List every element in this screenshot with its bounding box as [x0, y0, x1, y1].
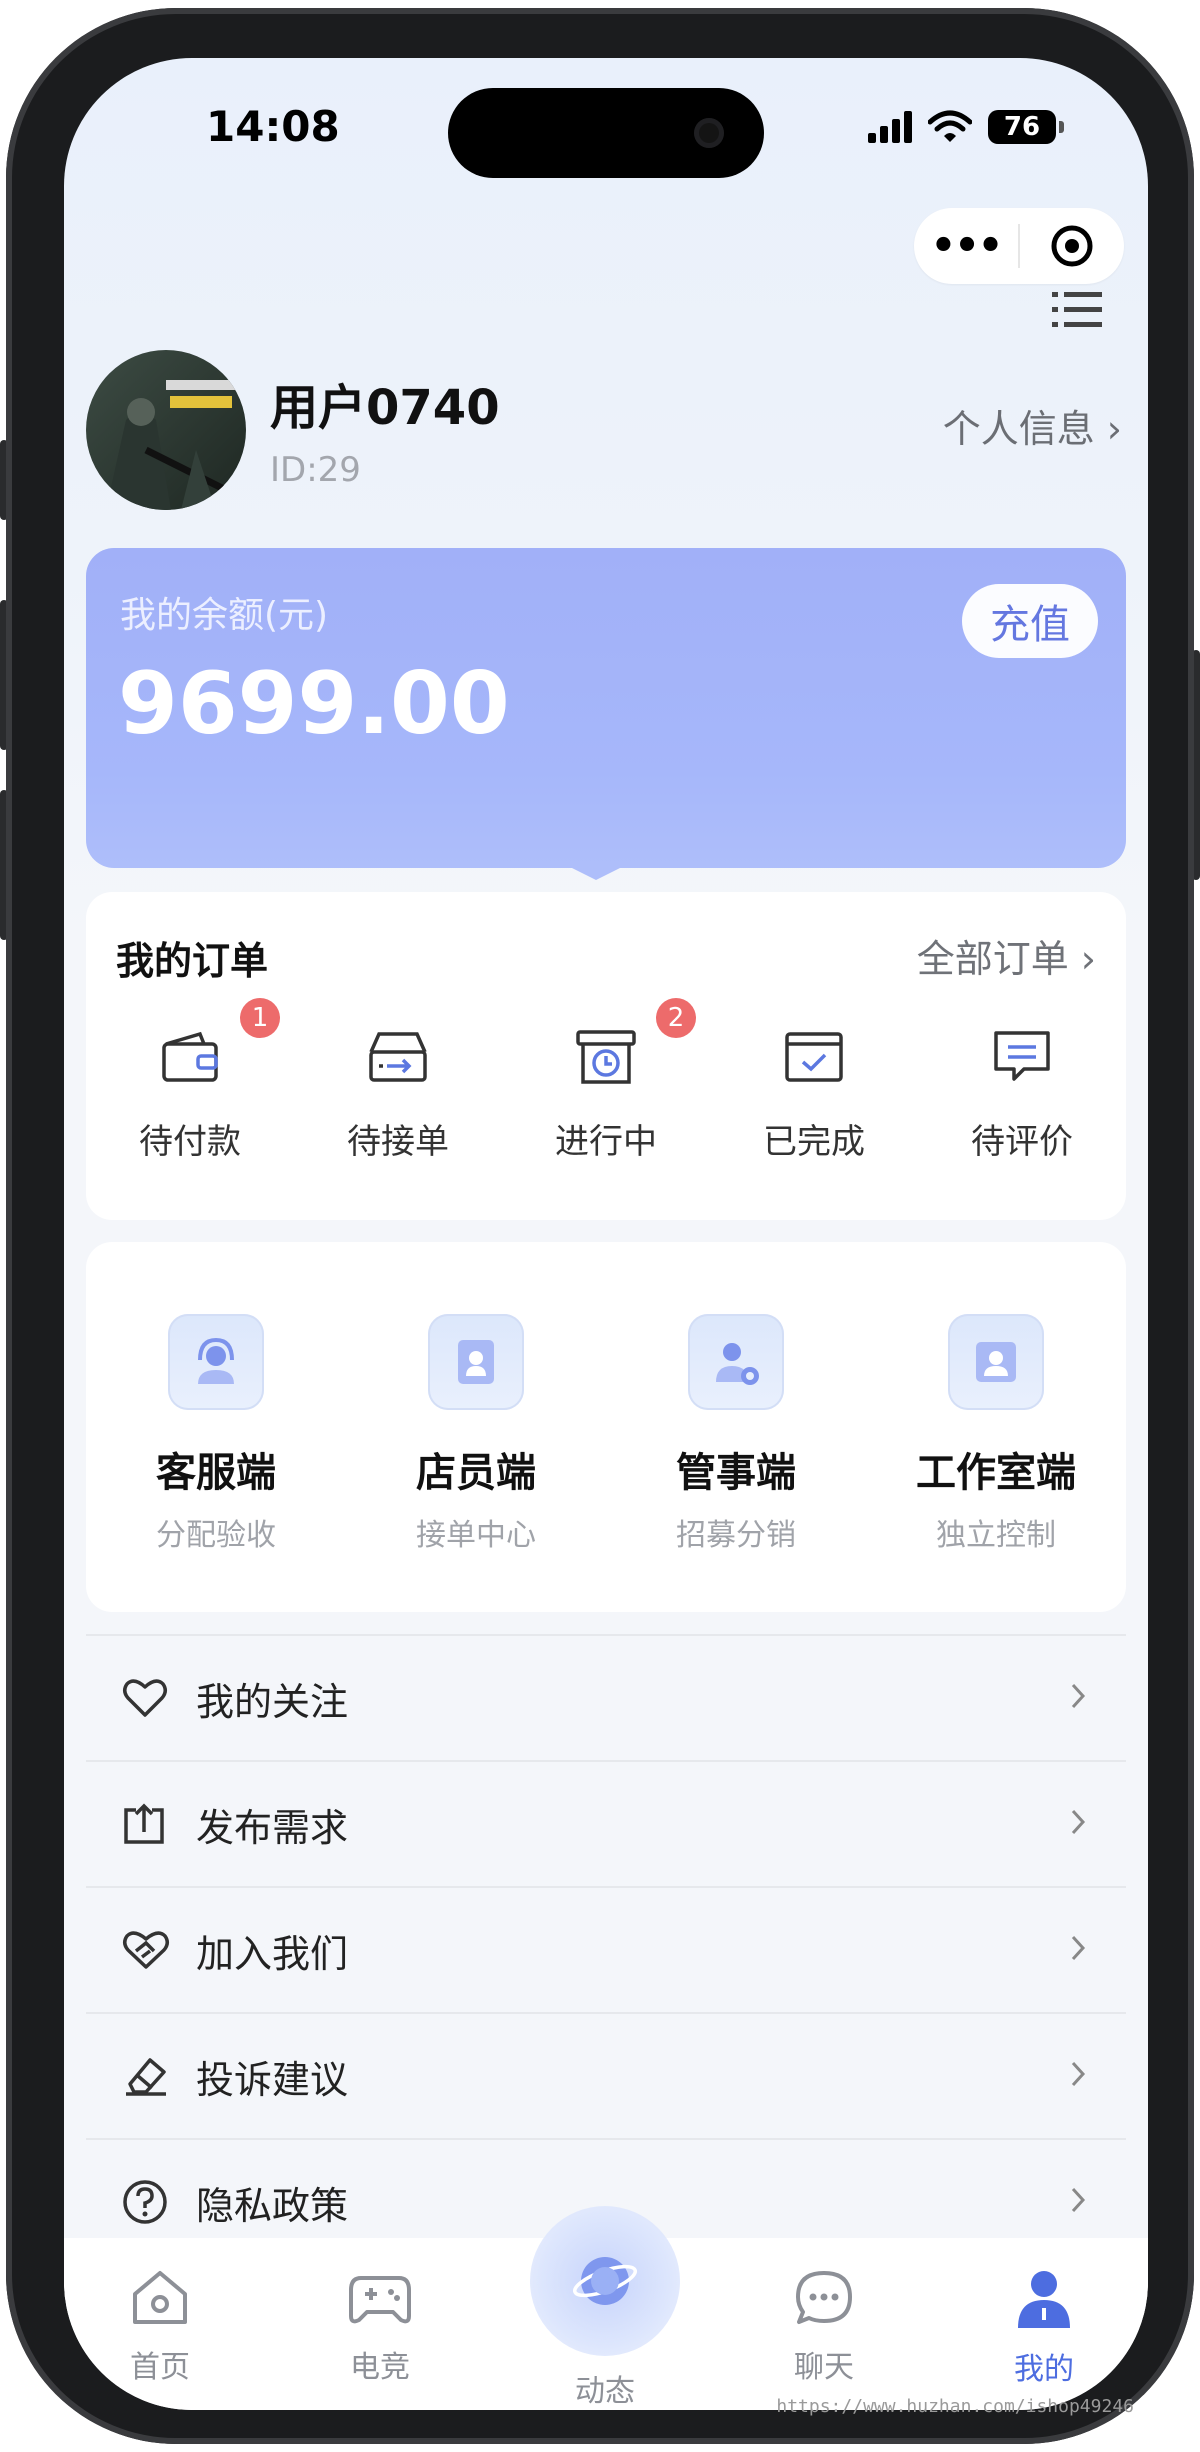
status-icons: 76	[868, 110, 1064, 144]
manager-gear-icon	[688, 1314, 784, 1410]
list-menu-icon[interactable]	[1052, 290, 1102, 330]
inbox-arrow-icon	[294, 1022, 502, 1092]
tab-label: 首页	[130, 2350, 190, 2385]
role-subtitle: 招募分销	[676, 1518, 796, 1553]
chevron-right-icon	[1071, 2187, 1086, 2213]
tab-label: 电竞	[350, 2350, 410, 2385]
planet-icon	[572, 2257, 638, 2305]
balance-label: 我的余额(元)	[120, 595, 329, 636]
avatar[interactable]	[86, 350, 246, 510]
order-status-label: 待付款	[139, 1122, 241, 1162]
menu-list: 我的关注 发布需求 加入我们 投诉建议 隐私政策	[86, 1634, 1126, 2264]
role-studio[interactable]: 工作室端 独立控制	[866, 1242, 1126, 1612]
battery-icon: 76	[988, 110, 1064, 144]
miniprogram-capsule: •••	[914, 208, 1124, 284]
tab-moments-label: 动态	[575, 2374, 635, 2409]
all-orders-link[interactable]: 全部订单 ›	[917, 928, 1096, 983]
person-icon	[1018, 2271, 1070, 2328]
role-clerk[interactable]: 店员端 接单中心	[346, 1242, 606, 1612]
camera-icon	[694, 118, 724, 148]
menu-item-label: 加入我们	[196, 1931, 349, 1976]
role-subtitle: 接单中心	[416, 1518, 536, 1553]
tab-moments[interactable]	[530, 2206, 680, 2356]
wifi-icon	[928, 110, 972, 142]
heart-icon	[122, 1677, 174, 1719]
tab-label: 我的	[1014, 2352, 1074, 2387]
checked-box-icon	[710, 1022, 918, 1092]
order-status-label: 已完成	[763, 1122, 865, 1162]
signal-icon	[868, 111, 912, 143]
role-name: 客服端	[156, 1450, 276, 1496]
balance-card-pointer	[564, 864, 628, 880]
balance-amount: 9699.00	[118, 654, 510, 754]
order-status-completed[interactable]: 已完成	[710, 998, 918, 1163]
close-target-icon[interactable]	[1020, 224, 1124, 268]
menu-item-post-request[interactable]: 发布需求	[86, 1760, 1126, 1886]
question-circle-icon	[122, 2179, 174, 2225]
tab-chat[interactable]: 聊天	[754, 2268, 894, 2386]
studio-card-icon	[948, 1314, 1044, 1410]
role-name: 工作室端	[916, 1450, 1076, 1496]
menu-item-label: 我的关注	[196, 1679, 349, 1724]
roles-card: 客服端 分配验收 店员端 接单中心 管事端 招募分销 工作室端 独立控制	[86, 1242, 1126, 1612]
username: 用户0740	[270, 380, 500, 436]
dynamic-island	[448, 88, 764, 178]
menu-item-join-us[interactable]: 加入我们	[86, 1886, 1126, 2012]
eraser-icon	[122, 2054, 174, 2098]
menu-item-feedback[interactable]: 投诉建议	[86, 2012, 1126, 2138]
user-id: ID:29	[270, 450, 361, 490]
order-status-awaiting-review[interactable]: 待评价	[918, 998, 1126, 1163]
comment-icon	[918, 1022, 1126, 1092]
role-name: 管事端	[676, 1450, 796, 1496]
tab-mine[interactable]: 我的	[974, 2268, 1114, 2388]
chat-bubble-icon	[796, 2271, 852, 2324]
phone-frame: 14:08 76 ••• 用户0740 ID:29 个人信息 › 我的余额(元)…	[6, 8, 1194, 2444]
role-manager[interactable]: 管事端 招募分销	[606, 1242, 866, 1612]
order-status-in-progress[interactable]: 2 进行中	[502, 998, 710, 1163]
watermark-text: https://www.huzhan.com/ishop49246	[776, 2396, 1134, 2417]
pending-payment-badge: 1	[240, 998, 280, 1038]
tab-home[interactable]: 首页	[90, 2268, 230, 2386]
order-status-awaiting-accept[interactable]: 待接单	[294, 998, 502, 1163]
chevron-right-icon	[1071, 1683, 1086, 1709]
orders-card: 我的订单 全部订单 › 1 待付款 待接单 2 进行中 已完成 待评价	[86, 892, 1126, 1220]
role-name: 店员端	[416, 1450, 536, 1496]
order-status-label: 待评价	[971, 1122, 1073, 1162]
home-icon	[133, 2271, 187, 2324]
menu-item-label: 发布需求	[196, 1805, 349, 1850]
menu-item-label: 隐私政策	[196, 2183, 349, 2228]
status-time: 14:08	[206, 102, 340, 151]
in-progress-badge: 2	[656, 998, 696, 1038]
profile-info-link[interactable]: 个人信息 ›	[943, 398, 1122, 453]
menu-item-following[interactable]: 我的关注	[86, 1634, 1126, 1760]
more-icon[interactable]: •••	[914, 208, 1018, 284]
chevron-right-icon	[1071, 1809, 1086, 1835]
gamepad-icon	[349, 2276, 411, 2324]
role-subtitle: 独立控制	[936, 1518, 1056, 1553]
chevron-right-icon	[1071, 1935, 1086, 1961]
menu-item-label: 投诉建议	[196, 2057, 349, 2102]
balance-card: 我的余额(元) 9699.00 充值	[86, 548, 1126, 868]
orders-title: 我的订单	[116, 939, 269, 983]
tab-label: 聊天	[794, 2350, 854, 2385]
clerk-card-icon	[428, 1314, 524, 1410]
screen: 14:08 76 ••• 用户0740 ID:29 个人信息 › 我的余额(元)…	[64, 58, 1148, 2410]
order-status-label: 待接单	[347, 1122, 449, 1162]
handshake-heart-icon	[122, 1929, 174, 1971]
tab-esports[interactable]: 电竞	[310, 2268, 450, 2386]
role-customer-service[interactable]: 客服端 分配验收	[86, 1242, 346, 1612]
headset-icon	[168, 1314, 264, 1410]
order-status-label: 进行中	[555, 1122, 657, 1162]
order-status-pending-payment[interactable]: 1 待付款	[86, 998, 294, 1163]
role-subtitle: 分配验收	[156, 1518, 276, 1553]
recharge-button[interactable]: 充值	[962, 584, 1098, 658]
chevron-right-icon	[1071, 2061, 1086, 2087]
upload-icon	[122, 1802, 174, 1846]
